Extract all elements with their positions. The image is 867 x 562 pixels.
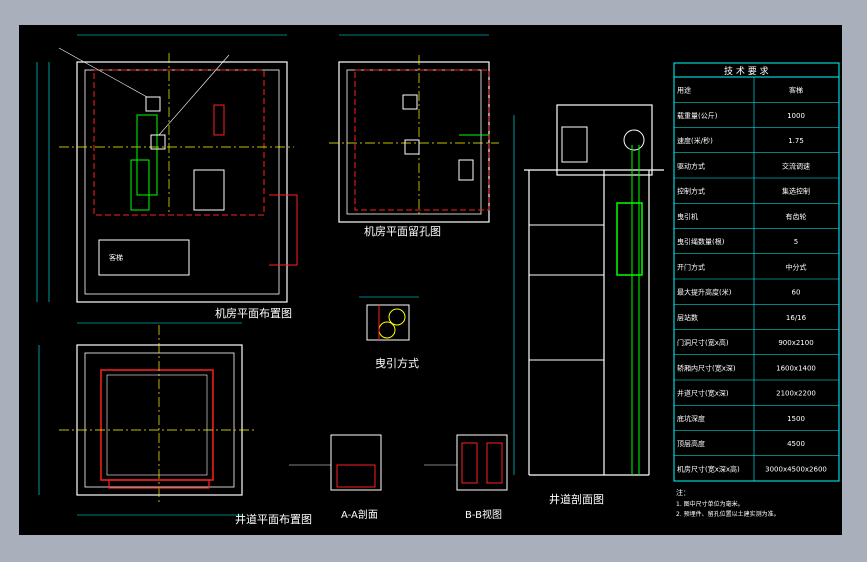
machine-room-holes-view bbox=[329, 34, 499, 223]
view-b-view bbox=[424, 434, 508, 491]
table-row-value: 1600x1400 bbox=[776, 364, 816, 372]
table-row-value: 1000 bbox=[787, 112, 805, 120]
traction-method-view bbox=[359, 296, 419, 341]
table-row-value: 4500 bbox=[787, 440, 805, 448]
table-row-label: 门洞尺寸(宽x高) bbox=[677, 338, 729, 347]
table-row-label: 最大提升高度(米) bbox=[677, 288, 732, 297]
table-row-value: 客梯 bbox=[789, 86, 803, 95]
table-row-label: 曳引机 bbox=[677, 212, 698, 221]
table-row-value: 2100x2200 bbox=[776, 390, 816, 398]
table-row-label: 底坑深度 bbox=[677, 414, 705, 423]
table-row-label: 井道尺寸(宽x深) bbox=[677, 389, 729, 398]
table-row-label: 开门方式 bbox=[677, 262, 705, 271]
table-row-value: 16/16 bbox=[786, 314, 807, 322]
title-section-a: A-A剖面 bbox=[341, 508, 378, 521]
title-machine-room-layout: 机房平面布置图 bbox=[215, 306, 292, 320]
table-row-label: 机房尺寸(宽x深x高) bbox=[677, 464, 740, 473]
table-row-label: 用途 bbox=[677, 86, 691, 95]
table-row-value: 60 bbox=[792, 289, 801, 297]
table-row-label: 载重量(公斤) bbox=[677, 111, 718, 120]
tech-requirements-table: 技 术 要 求 用途 客梯载重量(公斤) 1000 速度(米/秒) 1.75 驱动方式 交流… bbox=[673, 62, 840, 482]
table-row-label: 曳引绳数量(根) bbox=[677, 237, 725, 246]
note-2: 2. 预埋件、留孔位置以土建实测为准。 bbox=[676, 510, 780, 518]
notes-header: 注： bbox=[676, 488, 690, 497]
table-row-value: 中分式 bbox=[786, 262, 807, 271]
table-row-value: 900x2100 bbox=[778, 339, 813, 347]
title-traction-method: 曳引方式 bbox=[375, 356, 419, 370]
table-row-value: 5 bbox=[794, 238, 798, 246]
table-row-label: 轿厢内尺寸(宽x深) bbox=[677, 363, 736, 372]
hoistway-section-view bbox=[513, 104, 664, 476]
title-machine-room-holes: 机房平面留孔图 bbox=[364, 224, 441, 238]
table-row-value: 交流调速 bbox=[782, 161, 810, 170]
note-1: 1. 图中尺寸单位为毫米。 bbox=[676, 500, 744, 508]
machine-room-layout-view: 客梯 bbox=[36, 34, 298, 303]
table-row-label: 顶层高度 bbox=[677, 439, 705, 448]
title-hoistway-plan: 井道平面布置图 bbox=[235, 512, 312, 526]
cad-viewport[interactable]: 客梯 机房平面布置图 机房平面留孔图 井道平面布置图 曳引方式 A-A剖面 B-… bbox=[19, 25, 842, 535]
table-row-value: 1500 bbox=[787, 415, 805, 423]
table-row-label: 速度(米/秒) bbox=[677, 136, 713, 145]
table-title: 技 术 要 求 bbox=[724, 65, 769, 77]
table-row-value: 集选控制 bbox=[782, 187, 810, 196]
title-view-b: B-B视图 bbox=[465, 508, 502, 521]
title-hoistway-section: 井道剖面图 bbox=[549, 492, 604, 506]
hoistway-plan-view bbox=[38, 322, 254, 516]
table-row-value: 有齿轮 bbox=[786, 212, 807, 221]
table-row-value: 1.75 bbox=[788, 137, 804, 145]
table-row-value: 3000x4500x2600 bbox=[765, 465, 827, 473]
table-row-label: 层站数 bbox=[677, 313, 698, 322]
table-grid bbox=[674, 102, 839, 456]
cabinet-label: 客梯 bbox=[109, 253, 123, 262]
section-a-view bbox=[289, 434, 382, 491]
cad-drawing: 客梯 机房平面布置图 机房平面留孔图 井道平面布置图 曳引方式 A-A剖面 B-… bbox=[36, 34, 840, 526]
table-rows: 用途 客梯载重量(公斤) 1000 速度(米/秒) 1.75 驱动方式 交流调速控制方式 集选… bbox=[677, 86, 827, 474]
table-row-label: 控制方式 bbox=[677, 187, 705, 196]
table-row-label: 驱动方式 bbox=[677, 161, 705, 170]
